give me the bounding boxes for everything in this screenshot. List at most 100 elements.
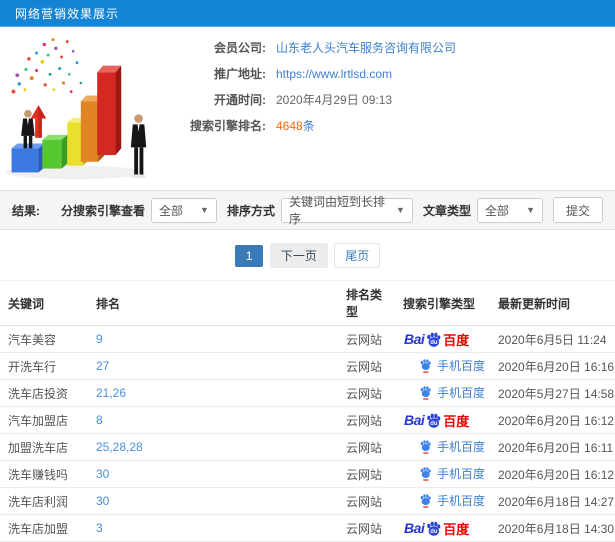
header-rank: 排名 (88, 280, 338, 326)
svg-text:du: du (431, 421, 439, 427)
mobile-baidu-badge: 手机百度 (419, 357, 485, 374)
businessman-right (130, 114, 147, 179)
header-engine-type: 搜索引擎类型 (395, 280, 490, 326)
mobile-baidu-label: 手机百度 (437, 358, 486, 373)
rank-link[interactable]: 27 (96, 359, 109, 373)
updated-cell: 2020年6月18日 14:30 (490, 514, 615, 542)
header-updated: 最新更新时间 (490, 280, 615, 326)
bar-green (42, 134, 68, 169)
table-row: 加盟洗车店 25,28,28 云网站 手机百度 2020年6月20日 16:11 (0, 433, 615, 461)
mobile-baidu-badge: 手机百度 (419, 465, 485, 482)
header-rank-type: 排名类型 (338, 280, 395, 326)
filter-bar: 结果: 分搜索引擎查看 全部 ▼ 排序方式 关键词由短到长排序 ▼ 文章类型 全… (0, 190, 615, 230)
info-row-company: 会员公司: 山东老人头汽车服务咨询有限公司 (178, 35, 456, 61)
header-keyword: 关键词 (0, 280, 88, 326)
engine-cell: 手机百度 (395, 487, 490, 515)
rank-type-cell: 云网站 (338, 325, 395, 353)
updated-cell: 2020年6月20日 16:16 (490, 352, 615, 380)
company-link[interactable]: 山东老人头汽车服务咨询有限公司 (276, 35, 456, 61)
mobile-baidu-paw-icon (420, 466, 431, 481)
submit-button[interactable]: 提交 (552, 197, 603, 223)
ranking-count-label: 搜索引擎排名: (190, 119, 266, 133)
rank-type-cell: 云网站 (338, 352, 395, 380)
rank-type-cell: 云网站 (338, 433, 395, 461)
engine-cell: Bai du 百度 (395, 514, 490, 542)
mobile-baidu-label: 手机百度 (437, 466, 486, 481)
growth-chart-illustration (5, 38, 147, 180)
rank-link[interactable]: 30 (96, 494, 109, 508)
bar-blue (11, 143, 45, 173)
baidu-logo: Bai du 百度 (404, 411, 469, 430)
mobile-baidu-label: 手机百度 (437, 439, 486, 454)
info-row-url: 推广地址: https://www.lrtlsd.com (178, 61, 456, 87)
keyword-cell: 加盟洗车店 (0, 433, 88, 461)
engine-filter-label: 分搜索引擎查看 (60, 203, 145, 218)
info-row-open-time: 开通时间: 2020年4月29日 09:13 (178, 87, 456, 113)
next-page-button[interactable]: 下一页 (269, 243, 328, 268)
rank-type-cell: 云网站 (338, 514, 395, 542)
engine-cell: 手机百度 (395, 460, 490, 488)
pagination: 1 下一页 尾页 (0, 230, 615, 280)
rankings-table: 关键词 排名 排名类型 搜索引擎类型 最新更新时间 汽车美容 9 云网站 Bai… (0, 280, 615, 542)
keyword-cell: 洗车店投资 (0, 379, 88, 407)
promo-url-label: 推广地址: (214, 67, 266, 81)
bar-red (97, 65, 122, 156)
baidu-cn-text: 百度 (443, 413, 470, 429)
title-bar: 网络营销效果展示 (0, 0, 615, 27)
engine-cell: 手机百度 (395, 433, 490, 461)
rank-link[interactable]: 9 (96, 332, 103, 346)
table-row: 洗车赚钱吗 30 云网站 手机百度 2020年6月20日 16:12 (0, 460, 615, 488)
baidu-cn-text: 百度 (443, 332, 470, 348)
rank-type-cell: 云网站 (338, 379, 395, 407)
sort-select[interactable]: 关键词由短到长排序 ▼ (280, 195, 413, 226)
mobile-baidu-badge: 手机百度 (419, 492, 485, 509)
updated-cell: 2020年5月27日 14:58 (490, 379, 615, 407)
keyword-cell: 汽车加盟店 (0, 406, 88, 434)
baidu-logo: Bai du 百度 (404, 519, 469, 538)
page-1-button[interactable]: 1 (234, 245, 264, 267)
rank-cell: 30 (88, 487, 338, 515)
rank-link[interactable]: 8 (96, 413, 103, 427)
rank-cell: 21,26 (88, 379, 338, 407)
ranking-count-value: 4648条 (276, 119, 315, 133)
rank-link[interactable]: 30 (96, 467, 109, 481)
account-info-list: 会员公司: 山东老人头汽车服务咨询有限公司 推广地址: https://www.… (178, 27, 456, 190)
baidu-logo: Bai du 百度 (404, 330, 469, 349)
rank-cell: 9 (88, 325, 338, 353)
table-row: 汽车加盟店 8 云网站 Bai du 百度 2020年6月20日 16:12 (0, 406, 615, 434)
table-row: 开洗车行 27 云网站 手机百度 2020年6月20日 16:16 (0, 352, 615, 380)
last-page-button[interactable]: 尾页 (334, 243, 381, 268)
rank-cell: 3 (88, 514, 338, 542)
baidu-paw-icon: du (427, 521, 441, 536)
baidu-bai-text: Bai (404, 520, 425, 536)
baidu-paw-icon: du (427, 332, 441, 347)
engine-cell: 手机百度 (395, 352, 490, 380)
sort-label: 排序方式 (226, 203, 275, 218)
svg-text:du: du (431, 340, 439, 346)
rank-cell: 8 (88, 406, 338, 434)
article-type-label: 文章类型 (422, 203, 471, 218)
table-row: 汽车美容 9 云网站 Bai du 百度 2020年6月5日 11:24 (0, 325, 615, 353)
updated-cell: 2020年6月5日 11:24 (490, 325, 615, 353)
mobile-baidu-label: 手机百度 (437, 385, 486, 400)
rank-link[interactable]: 21,26 (96, 386, 126, 400)
engine-select[interactable]: 全部 ▼ (150, 197, 217, 223)
sort-select-value: 关键词由短到长排序 (288, 195, 385, 226)
open-time-value: 2020年4月29日 09:13 (276, 93, 393, 107)
baidu-bai-text: Bai (404, 331, 425, 347)
account-info-section: 会员公司: 山东老人头汽车服务咨询有限公司 推广地址: https://www.… (0, 27, 615, 190)
article-type-select-value: 全部 (484, 203, 509, 218)
article-type-select[interactable]: 全部 ▼ (476, 197, 543, 223)
keyword-cell: 洗车店利润 (0, 487, 88, 515)
rank-cell: 27 (88, 352, 338, 380)
promo-url-link[interactable]: https://www.lrtlsd.com (276, 61, 392, 87)
table-row: 洗车店投资 21,26 云网站 手机百度 2020年5月27日 14:58 (0, 379, 615, 407)
rank-link[interactable]: 3 (96, 521, 103, 535)
rank-cell: 30 (88, 460, 338, 488)
chevron-down-icon: ▼ (396, 205, 405, 215)
updated-cell: 2020年6月20日 16:12 (490, 460, 615, 488)
result-label: 结果: (12, 203, 40, 218)
rank-link[interactable]: 25,28,28 (96, 440, 143, 454)
baidu-cn-text: 百度 (443, 521, 470, 537)
mobile-baidu-paw-icon (420, 439, 431, 454)
